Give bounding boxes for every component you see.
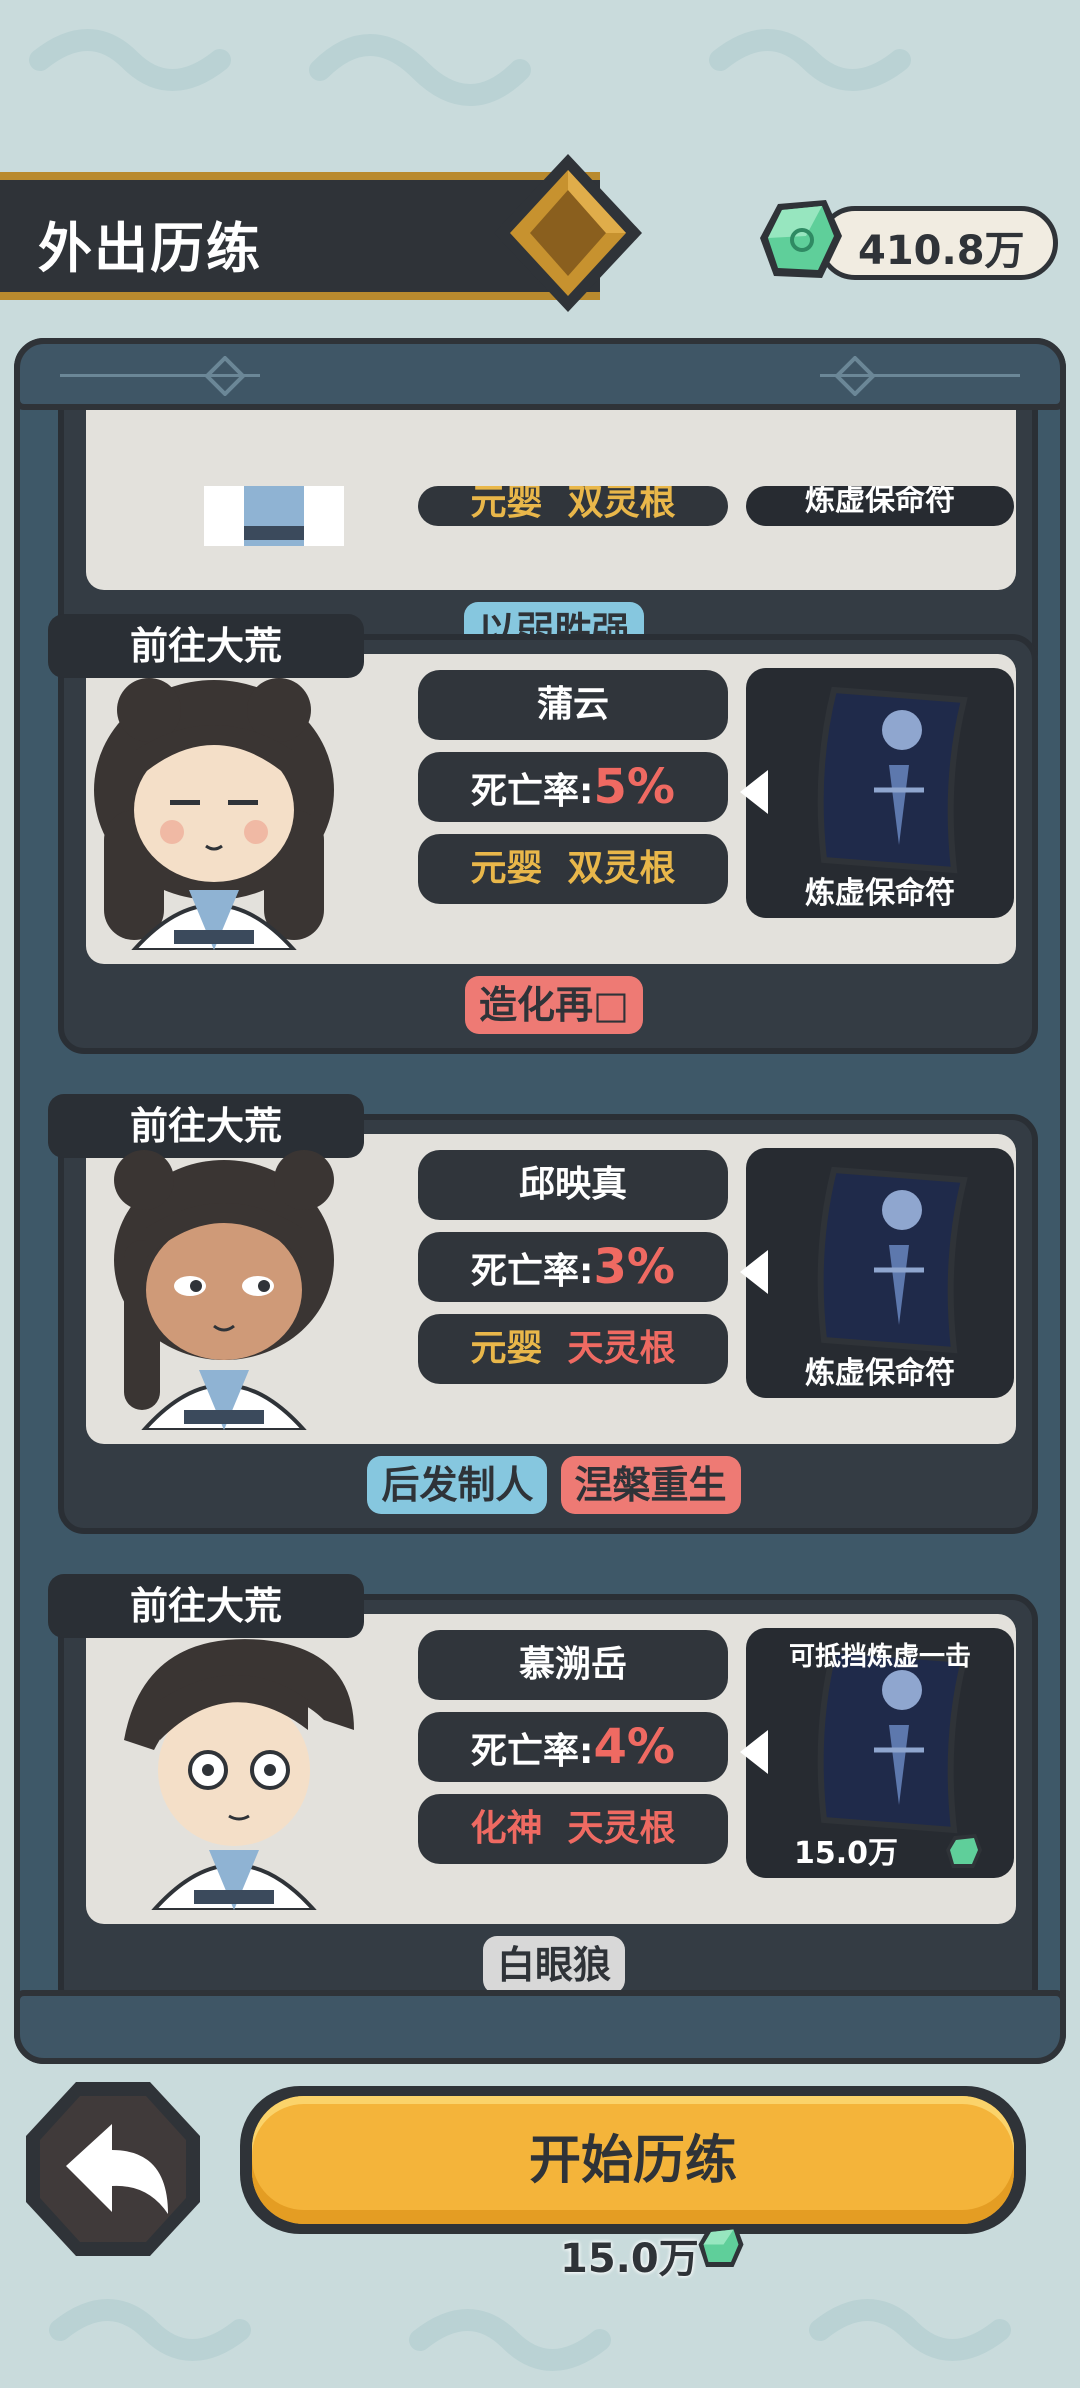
item-description: 可抵挡炼虚一击 (788, 1642, 971, 1672)
item-name: 炼虚保命符 (805, 486, 955, 518)
character-portrait (94, 678, 334, 950)
death-rate-label: 死亡率: (471, 771, 594, 812)
character-portrait (114, 1150, 334, 1430)
trait-tag[interactable]: 造化再□ (465, 976, 643, 1034)
jade-gem-icon (760, 200, 842, 278)
jade-gem-icon (946, 1834, 982, 1868)
jade-gem-icon (698, 2224, 744, 2267)
diamond-ornament-icon (835, 356, 875, 396)
realm-text: 元婴 (470, 848, 543, 889)
item-select-arrow-icon[interactable] (740, 770, 768, 814)
diamond-emblem-icon (494, 154, 642, 312)
trait-tag[interactable]: 涅槃重生 (560, 1456, 741, 1514)
item-name: 炼虚保命符 (805, 1356, 955, 1391)
death-rate-pill: 死亡率:3% (418, 1232, 728, 1302)
start-training-label: 开始历练 (528, 2131, 737, 2191)
realm-text: 化神 (470, 1808, 543, 1849)
death-rate-pill: 死亡率:4% (418, 1712, 728, 1782)
item-select-arrow-icon[interactable] (740, 1730, 768, 1774)
disciple-card[interactable]: 前往大荒 慕溯岳 死亡率:4% 化神 天灵根 可抵挡炼虚一击 15.0万 白眼狼 (48, 1574, 1038, 1992)
trait-tags: 白眼狼 (64, 1936, 1044, 1992)
disciple-name: 蒲云 (418, 670, 728, 740)
item-slot[interactable]: 炼虚保命符 (746, 486, 1014, 526)
currency-value: 410.8万 (858, 228, 1025, 274)
death-rate-value: 3% (593, 1239, 675, 1295)
realm-text: 元婴 (470, 1328, 543, 1369)
realm-text: 元婴 (470, 486, 543, 523)
disciple-name: 邱映真 (418, 1150, 728, 1220)
death-rate-label: 死亡率: (471, 1251, 594, 1292)
character-portrait (124, 1639, 354, 1910)
start-cost: 15.0万 (560, 2236, 699, 2282)
realm-pill: 元婴 天灵根 (418, 1314, 728, 1384)
panel-bottom-frame (14, 1990, 1066, 2064)
root-text: 双灵根 (567, 848, 676, 889)
disciple-name: 慕溯岳 (418, 1630, 728, 1700)
disciple-card[interactable]: 前往大荒 邱映真 死亡率:3% 元婴 天灵根 炼虚保命符 后发制人 涅槃重生 (48, 1094, 1038, 1534)
death-rate-value: 4% (593, 1719, 675, 1775)
disciple-card[interactable]: 前往大荒 蒲云 死亡率:5% 元婴 双灵根 炼虚保命符 造化再□ (48, 614, 1038, 1054)
root-text: 天灵根 (567, 1808, 676, 1849)
back-button[interactable] (20, 2076, 206, 2262)
trait-tags: 造化再□ (64, 976, 1044, 1034)
trait-tag[interactable]: 后发制人 (367, 1456, 548, 1514)
item-name: 炼虚保命符 (805, 876, 955, 911)
realm-pill: 元婴 双灵根 (418, 486, 728, 526)
item-price: 15.0万 (793, 1836, 899, 1871)
trait-tags: 后发制人 涅槃重生 (64, 1456, 1044, 1514)
realm-pill: 元婴 双灵根 (418, 834, 728, 904)
death-rate-pill: 死亡率:5% (418, 752, 728, 822)
root-text: 双灵根 (567, 486, 676, 523)
trait-tag[interactable]: 白眼狼 (482, 1936, 625, 1992)
disciple-list-scroll[interactable]: 元婴 双灵根 炼虚保命符 以弱胜强 前往大荒 蒲云 死亡率:5% 元婴 双灵根 … (14, 410, 1066, 1992)
item-select-arrow-icon[interactable] (740, 1250, 768, 1294)
death-rate-value: 5% (593, 759, 675, 815)
root-text: 天灵根 (567, 1328, 676, 1369)
character-portrait-partial (204, 486, 344, 546)
death-rate-label: 死亡率: (471, 1731, 594, 1772)
realm-pill: 化神 天灵根 (418, 1794, 728, 1864)
diamond-ornament-icon (205, 356, 245, 396)
page-title: 外出历练 (38, 217, 262, 280)
